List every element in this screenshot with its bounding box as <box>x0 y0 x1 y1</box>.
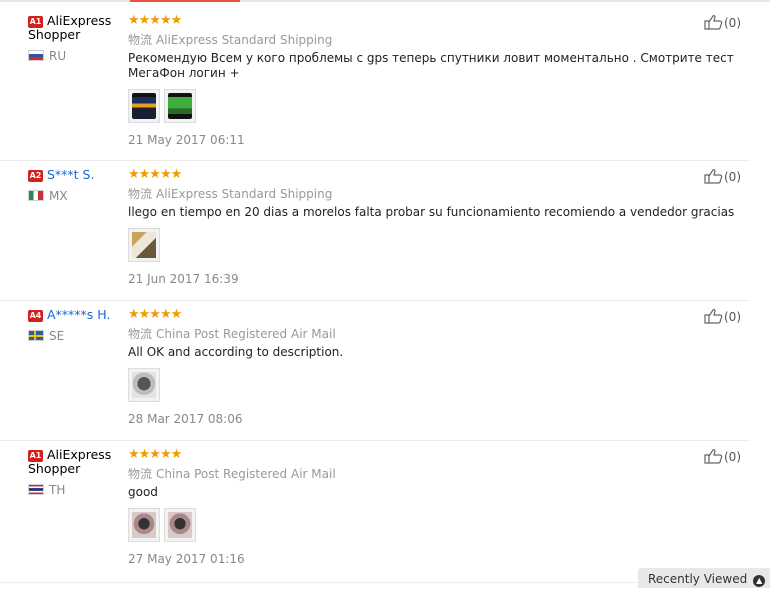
review-content: ★★★★★ 物流 China Post Registered Air Mail g… <box>128 448 743 566</box>
shipping-method: 物流 China Post Registered Air Mail <box>128 466 743 482</box>
thumbs-up-icon <box>704 168 723 184</box>
buyer-level-badge: A2 <box>28 170 43 182</box>
star-rating: ★★★★★ <box>128 13 182 28</box>
buyer-country: RU <box>28 49 123 63</box>
photo-thumbnail-image <box>168 93 192 119</box>
review-content: ★★★★★ 物流 AliExpress Standard Shipping Рек… <box>128 14 743 147</box>
helpful-button[interactable]: (0) <box>704 168 741 185</box>
review-date: 28 Mar 2017 08:06 <box>128 412 243 426</box>
buyer-name-text: A*****s H. <box>47 307 111 322</box>
star-rating: ★★★★★ <box>128 447 182 462</box>
shipping-label: 物流 <box>128 467 153 481</box>
shipping-method: 物流 AliExpress Standard Shipping <box>128 186 743 202</box>
chevron-up-icon: ▲ <box>753 575 766 587</box>
review-photo[interactable] <box>164 89 196 123</box>
shipping-label: 物流 <box>128 33 153 47</box>
review-item: A2 S***t S. MX ★★★★★ 物流 AliExpress Standar… <box>0 168 750 301</box>
buyer-name[interactable]: A2 S***t S. <box>28 168 123 182</box>
review-photos <box>128 228 743 264</box>
buyer-name-text: S***t S. <box>47 167 95 182</box>
review-photo[interactable] <box>128 228 160 262</box>
country-code: TH <box>49 483 66 497</box>
review-photos <box>128 508 743 544</box>
buyer-country: TH <box>28 483 123 497</box>
shipping-method-text: China Post Registered Air Mail <box>156 327 336 341</box>
review-photo[interactable] <box>128 508 160 542</box>
review-photo[interactable] <box>128 368 160 402</box>
helpful-button[interactable]: (0) <box>704 448 741 465</box>
review-photo[interactable] <box>128 89 160 123</box>
review-photo[interactable] <box>164 508 196 542</box>
country-code: SE <box>49 329 65 343</box>
thumbs-up-icon <box>704 14 723 30</box>
buyer-level-badge: A4 <box>28 310 43 322</box>
review-date: 21 Jun 2017 16:39 <box>128 272 239 286</box>
review-item: A1 AliExpress Shopper RU ★★★★★ 物流 AliExpre… <box>0 14 750 161</box>
star-rating: ★★★★★ <box>128 167 182 182</box>
helpful-button[interactable]: (0) <box>704 14 741 31</box>
country-flag-icon <box>28 190 44 201</box>
shipping-label: 物流 <box>128 327 153 341</box>
photo-thumbnail-image <box>132 93 156 119</box>
buyer-info: A2 S***t S. MX <box>28 168 123 203</box>
photo-thumbnail-image <box>168 512 192 538</box>
shipping-method-text: AliExpress Standard Shipping <box>156 187 333 201</box>
photo-thumbnail-image <box>132 372 156 398</box>
country-code: RU <box>49 49 67 63</box>
buyer-name: A1 AliExpress Shopper <box>28 448 123 476</box>
photo-thumbnail-image <box>132 512 156 538</box>
review-date: 27 May 2017 01:16 <box>128 552 245 566</box>
country-code: MX <box>49 189 68 203</box>
review-content: ★★★★★ 物流 AliExpress Standard Shipping lle… <box>128 168 743 286</box>
helpful-count: (0) <box>724 170 741 184</box>
country-flag-icon <box>28 484 44 495</box>
helpful-count: (0) <box>724 450 741 464</box>
shipping-label: 物流 <box>128 187 153 201</box>
helpful-button[interactable]: (0) <box>704 308 741 325</box>
buyer-info: A4 A*****s H. SE <box>28 308 123 343</box>
photo-thumbnail-image <box>132 232 156 258</box>
review-text: llego en tiempo en 20 dias a morelos fal… <box>128 205 735 219</box>
shipping-method-text: China Post Registered Air Mail <box>156 467 336 481</box>
helpful-count: (0) <box>724 310 741 324</box>
thumbs-up-icon <box>704 308 723 324</box>
buyer-country: SE <box>28 329 123 343</box>
helpful-count: (0) <box>724 16 741 30</box>
review-photos <box>128 368 743 404</box>
tab-strip-rule <box>0 0 770 2</box>
shipping-method: 物流 AliExpress Standard Shipping <box>128 32 743 48</box>
review-date: 21 May 2017 06:11 <box>128 133 245 147</box>
buyer-info: A1 AliExpress Shopper TH <box>28 448 123 497</box>
buyer-country: MX <box>28 189 123 203</box>
buyer-name: A1 AliExpress Shopper <box>28 14 123 42</box>
country-flag-icon <box>28 330 44 341</box>
review-item: A1 AliExpress Shopper TH ★★★★★ 物流 China Po… <box>0 448 750 583</box>
active-tab-indicator <box>130 0 240 2</box>
review-text: All OK and according to description. <box>128 345 344 359</box>
recently-viewed-tab[interactable]: Recently Viewed ▲ <box>638 568 770 588</box>
shipping-method-text: AliExpress Standard Shipping <box>156 33 333 47</box>
thumbs-up-icon <box>704 448 723 464</box>
star-rating: ★★★★★ <box>128 307 182 322</box>
review-text: good <box>128 485 158 499</box>
buyer-name[interactable]: A4 A*****s H. <box>28 308 123 322</box>
review-content: ★★★★★ 物流 China Post Registered Air Mail A… <box>128 308 743 426</box>
country-flag-icon <box>28 50 44 61</box>
buyer-info: A1 AliExpress Shopper RU <box>28 14 123 63</box>
review-item: A4 A*****s H. SE ★★★★★ 物流 China Post Regis… <box>0 308 750 441</box>
shipping-method: 物流 China Post Registered Air Mail <box>128 326 743 342</box>
review-text: Рекомендую Всем у кого проблемы с gps те… <box>128 51 734 80</box>
review-photos <box>128 89 743 125</box>
